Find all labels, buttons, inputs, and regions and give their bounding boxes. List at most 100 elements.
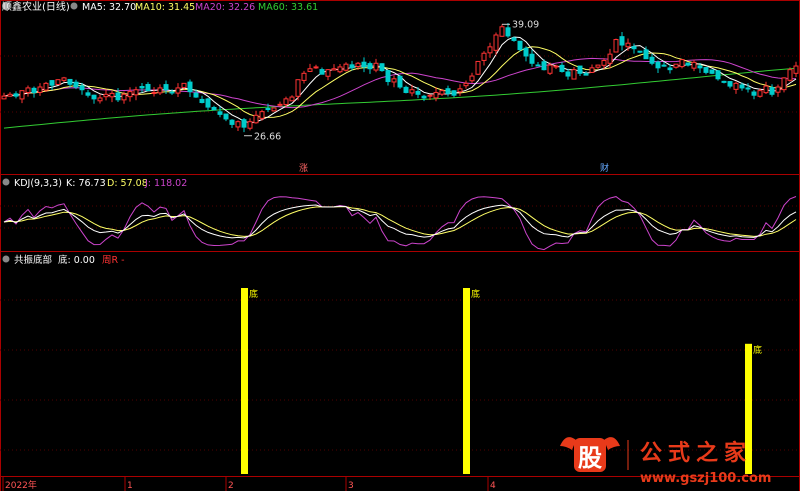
candle-body (187, 81, 193, 93)
high-price-label: 39.09 (512, 19, 539, 30)
candle-body (1, 95, 7, 100)
candle-body (757, 90, 763, 97)
stock-chart[interactable]: 39.09 26.66 涨 财 顺鑫农业(日线) MA5: 32.70 MA10… (0, 0, 800, 491)
candle-body (703, 67, 709, 73)
candlesticks (1, 22, 799, 133)
candle-body (403, 86, 409, 93)
ma10-label: MA10: 31.45 (135, 2, 195, 13)
kdj-k-line (3, 204, 797, 239)
kdj-lines (3, 196, 797, 251)
candle-body (265, 108, 271, 111)
candle-body (487, 46, 493, 54)
candle-body (145, 83, 151, 92)
x-tick-label: 1 (127, 481, 133, 491)
stock-title: 顺鑫农业(日线) (2, 0, 70, 13)
x-axis: 2022年 1 2 3 4 (2, 477, 496, 491)
candle-body (625, 42, 631, 48)
candle-body (199, 98, 205, 104)
candle-body (55, 79, 61, 86)
candle-body (781, 77, 787, 91)
candle-body (43, 82, 49, 91)
candle-body (139, 86, 145, 89)
candle-body (217, 111, 223, 115)
candle-body (361, 61, 367, 68)
low-price-label: 26.66 (254, 132, 281, 143)
candle-body (691, 61, 697, 69)
indicator-settings-icon[interactable] (2, 255, 10, 263)
event-marker-zhang[interactable]: 涨 (299, 163, 308, 174)
price-header: 顺鑫农业(日线) MA5: 32.70 MA10: 31.45 MA20: 32… (2, 0, 318, 13)
candle-body (325, 69, 331, 77)
candle-body (193, 92, 199, 98)
indicator-title: 共振底部 (14, 254, 52, 266)
expand-icon[interactable] (70, 2, 78, 10)
candle-body (331, 68, 337, 71)
x-tick-label: 2022年 (5, 479, 37, 491)
candle-body (211, 106, 217, 111)
candle-body (301, 72, 307, 81)
candle-body (181, 82, 187, 89)
candle-body (61, 77, 67, 81)
candle-body (601, 60, 607, 66)
candle-body (793, 65, 799, 74)
candle-body (151, 91, 157, 94)
candle-body (343, 63, 349, 71)
candle-body (385, 70, 391, 83)
candle-body (67, 78, 73, 85)
candle-body (517, 40, 523, 51)
signal-bar (241, 288, 248, 474)
candle-body (553, 65, 559, 68)
candle-body (277, 103, 283, 106)
candle-body (667, 67, 673, 71)
candle-body (169, 91, 175, 94)
candle-body (631, 46, 637, 50)
candle-body (655, 61, 661, 69)
candle-body (355, 62, 361, 68)
x-tick-label: 4 (490, 481, 496, 491)
candle-body (619, 36, 625, 46)
candle-body (727, 81, 733, 87)
candle-body (223, 113, 229, 120)
candle-body (97, 97, 103, 102)
candle-body (25, 87, 31, 94)
candle-body (427, 94, 433, 97)
candle-body (91, 94, 97, 100)
candle-body (613, 39, 619, 53)
candle-body (415, 90, 421, 95)
candle-body (157, 87, 163, 94)
kdj-k-label: K: 76.73 (66, 178, 106, 189)
candle-body (205, 98, 211, 108)
candle-body (775, 86, 781, 93)
indicator-value: 底: 0.00 (58, 254, 95, 266)
candle-body (499, 26, 505, 37)
candle-body (733, 82, 739, 90)
low-annotation: 26.66 (244, 132, 281, 143)
candle-body (259, 111, 265, 119)
candle-body (79, 85, 85, 91)
candle-body (715, 70, 721, 80)
candle-body (175, 87, 181, 94)
x-tick-label: 2 (228, 481, 234, 491)
candle-body (409, 89, 415, 94)
kdj-d-label: D: 57.08 (107, 178, 148, 189)
kdj-j-label: J: 118.02 (144, 178, 187, 189)
kdj-j-line (3, 196, 797, 251)
candle-body (85, 92, 91, 96)
candle-body (247, 121, 253, 129)
signal-bar-label: 底 (471, 288, 480, 300)
candle-body (451, 90, 457, 96)
candle-body (289, 96, 295, 102)
kdj-settings-icon[interactable] (2, 178, 10, 186)
grid-lines (0, 55, 800, 451)
candle-body (493, 34, 499, 51)
candle-body (319, 69, 325, 75)
x-tick-label: 3 (348, 481, 354, 491)
candle-body (679, 59, 685, 68)
event-marker-cai[interactable]: 财 (600, 162, 609, 174)
candle-body (547, 64, 553, 74)
ma5-label: MA5: 32.70 (82, 2, 136, 13)
candle-body (709, 69, 715, 74)
candle-body (373, 62, 379, 71)
candle-body (7, 93, 13, 97)
watermark: 股 公式之家 www.gszj100.com (560, 437, 771, 486)
